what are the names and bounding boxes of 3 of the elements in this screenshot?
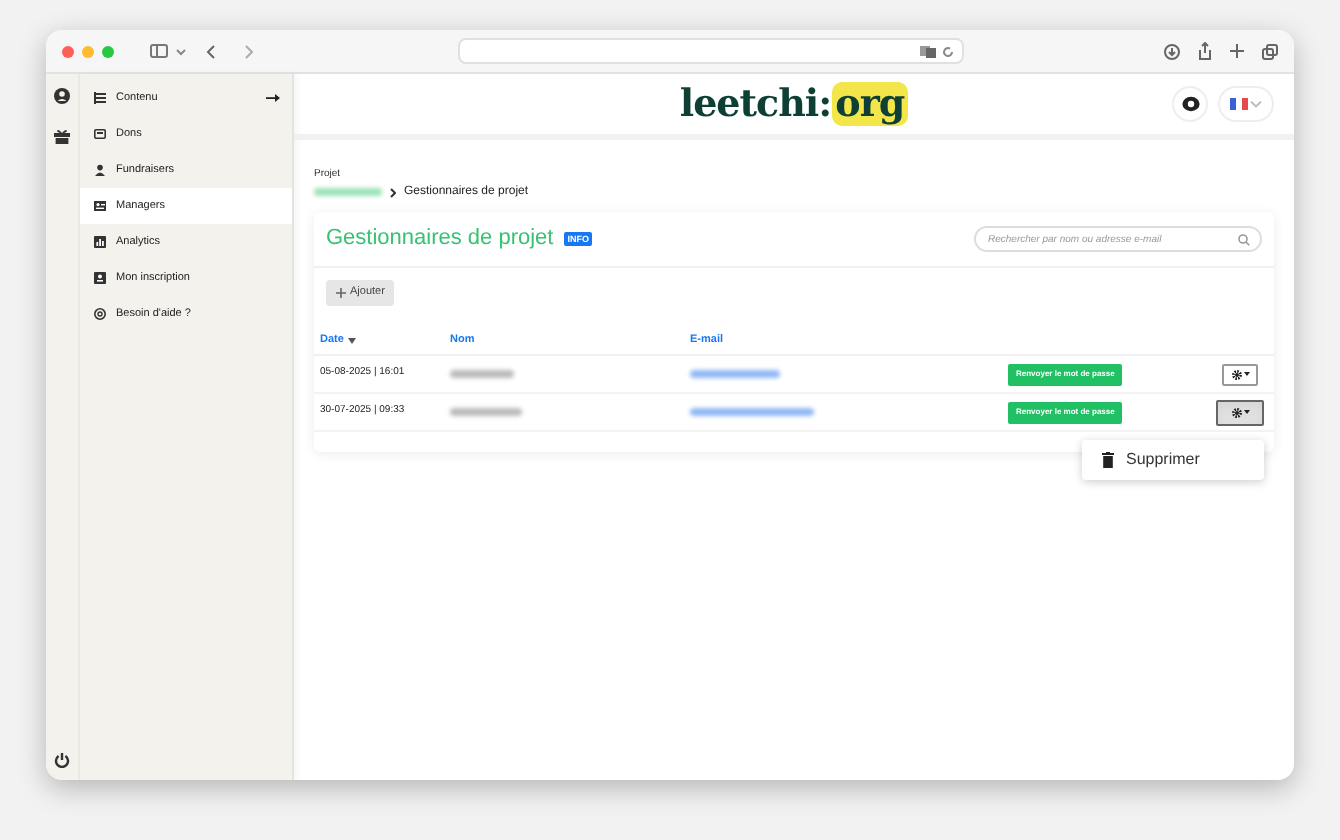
logo[interactable]: leetchi:org — [679, 75, 909, 133]
delete-menu-item[interactable]: Supprimer — [1126, 448, 1200, 472]
card-title: Gestionnaires de projet — [326, 224, 554, 255]
